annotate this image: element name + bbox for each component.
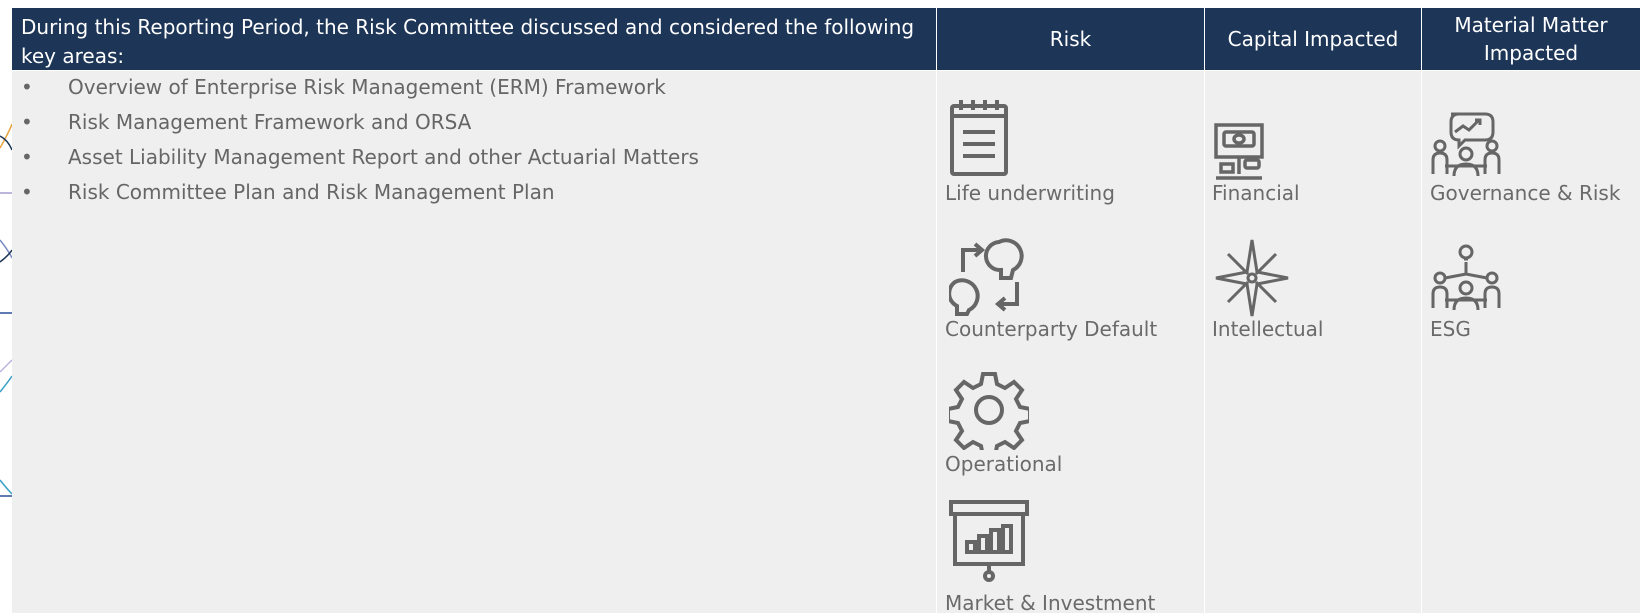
risk-committee-table: During this Reporting Period, the Risk C…	[12, 8, 1640, 615]
list-item: • Asset Liability Management Report and o…	[21, 145, 699, 169]
bullet: •	[21, 110, 33, 134]
bullet: •	[21, 180, 33, 204]
capital-intellectual: Intellectual	[1212, 317, 1324, 341]
presentation-chart-icon	[949, 500, 1029, 582]
list-item: • Risk Management Framework and ORSA	[21, 110, 472, 134]
decorative-lines	[0, 123, 12, 497]
meeting-idea-icon	[1431, 244, 1501, 314]
gear-icon	[949, 370, 1029, 450]
material-esg: ESG	[1430, 317, 1471, 341]
material-matter-column-heading: Material Matter Impacted	[1422, 8, 1640, 70]
risk-counterparty-default: Counterparty Default	[945, 317, 1158, 341]
bullet: •	[21, 145, 33, 169]
risk-column-heading: Risk	[937, 8, 1204, 70]
key-areas-list: • Overview of Enterprise Risk Management …	[12, 75, 699, 215]
exchange-heads-icon	[949, 236, 1031, 316]
atm-money-icon	[1213, 122, 1265, 182]
compass-star-icon	[1214, 238, 1290, 318]
capital-financial: Financial	[1212, 181, 1300, 205]
list-item: • Risk Committee Plan and Risk Management…	[21, 180, 555, 204]
risk-market-investment: Market & Investment	[945, 591, 1156, 615]
intro-heading: During this Reporting Period, the Risk C…	[12, 8, 936, 70]
list-item: • Overview of Enterprise Risk Management …	[21, 75, 666, 99]
notepad-icon	[949, 98, 1009, 178]
capital-column-heading: Capital Impacted	[1205, 8, 1421, 70]
risk-operational: Operational	[945, 452, 1063, 476]
bullet: •	[21, 75, 33, 99]
material-governance-risk: Governance & Risk	[1430, 181, 1621, 205]
meeting-chart-icon	[1431, 110, 1501, 180]
risk-life-underwriting: Life underwriting	[945, 181, 1115, 205]
